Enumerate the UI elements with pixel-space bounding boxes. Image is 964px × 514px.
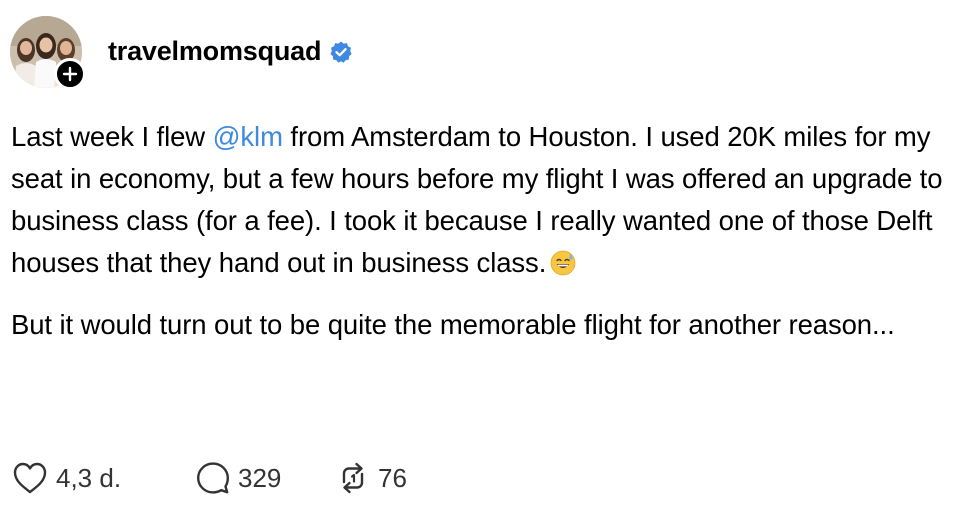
post-body: Last week I flew @klm from Amsterdam to … bbox=[11, 116, 956, 346]
repost-button[interactable]: 76 bbox=[336, 461, 456, 495]
avatar-container[interactable] bbox=[10, 16, 86, 90]
post-header: travelmomsquad bbox=[10, 16, 353, 92]
repost-icon bbox=[342, 462, 364, 494]
follow-button[interactable] bbox=[54, 58, 86, 90]
reply-bubble-icon bbox=[197, 462, 229, 494]
verified-badge-icon bbox=[329, 40, 353, 64]
like-count: 4,3 d. bbox=[56, 462, 122, 493]
post-paragraph-2: But it would turn out to be quite the me… bbox=[11, 309, 895, 340]
author-row: travelmomsquad bbox=[108, 36, 353, 67]
body-text-start: Last week I flew bbox=[11, 121, 213, 152]
post-actions: 4,3 d. 329 76 bbox=[12, 458, 456, 498]
reply-button[interactable]: 329 bbox=[196, 461, 336, 495]
post-paragraph-1: Last week I flew @klm from Amsterdam to … bbox=[11, 116, 956, 284]
heart-icon bbox=[13, 462, 47, 494]
thread-post: travelmomsquad Last week I flew @klm fro… bbox=[0, 0, 964, 514]
reply-count: 329 bbox=[238, 462, 282, 493]
plus-icon bbox=[62, 66, 78, 82]
like-button[interactable]: 4,3 d. bbox=[12, 461, 196, 495]
grinning-face-with-sweat-emoji-icon bbox=[550, 246, 576, 276]
username[interactable]: travelmomsquad bbox=[108, 36, 321, 67]
mention-link[interactable]: @klm bbox=[213, 121, 283, 152]
repost-count: 76 bbox=[378, 462, 407, 493]
